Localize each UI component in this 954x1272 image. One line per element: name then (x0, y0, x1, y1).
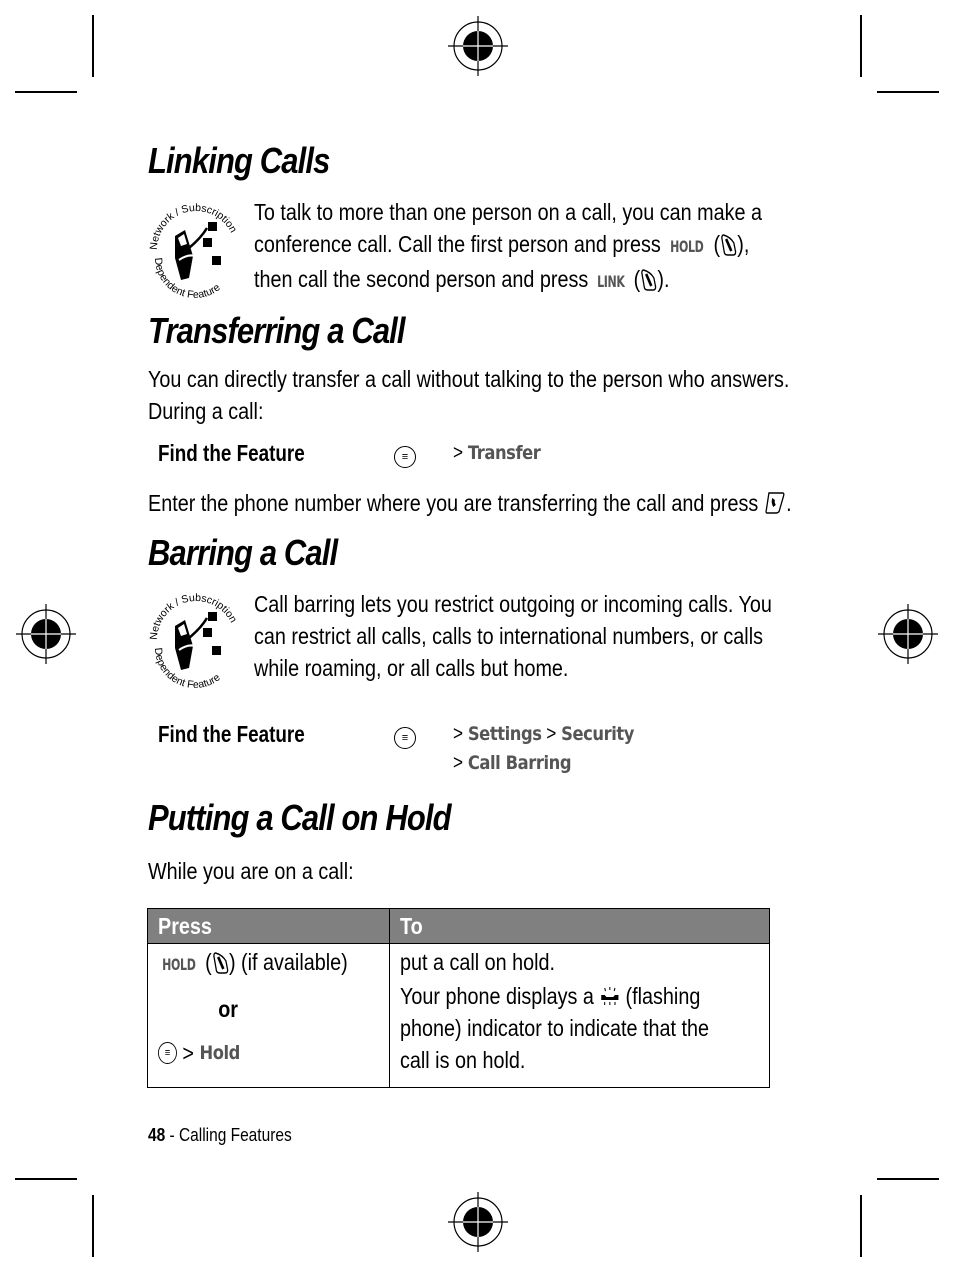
menu-item-security: Security (561, 723, 634, 745)
text-line: To talk to more than one person on a cal… (254, 199, 762, 225)
section-title-putting-a-call-on-hold: Putting a Call on Hold (148, 797, 452, 838)
barring-paragraph: Call barring lets you restrict outgoing … (254, 588, 772, 684)
crop-mark (860, 15, 862, 77)
send-key-icon (765, 492, 785, 514)
transferring-paragraph: You can directly transfer a call without… (148, 363, 789, 427)
registration-mark-icon (16, 604, 76, 664)
network-subscription-feature-icon: Network / Subscription Dependent Feature (148, 202, 239, 298)
section-title-barring-a-call: Barring a Call (148, 532, 338, 573)
flashing-phone-icon (600, 987, 618, 1005)
linking-paragraph: To talk to more than one person on a cal… (254, 196, 762, 298)
menu-item-hold: Hold (199, 1042, 240, 1064)
menu-path-call-barring: > Call Barring (453, 752, 572, 774)
crop-mark (877, 1178, 939, 1180)
text-line: then call the second person and press LI… (254, 263, 762, 298)
text-line: You can directly transfer a call without… (148, 366, 790, 392)
registration-mark-icon (448, 1192, 508, 1252)
text-line: conference call. Call the first person a… (254, 228, 762, 263)
page-footer: 48 - Calling Features (148, 1125, 292, 1145)
menu-hold-path: ≡ > Hold (158, 1037, 348, 1069)
menu-item-transfer: Transfer (467, 442, 541, 464)
column-header-press: Press (147, 908, 390, 944)
softkey-icon (721, 234, 737, 256)
crop-mark (15, 91, 77, 93)
menu-path-transfer: > Transfer (453, 442, 541, 464)
text-line: During a call: (148, 398, 264, 424)
hold-key-label: HOLD (670, 237, 704, 256)
hold-table: Press To HOLD () (if available) or ≡ > H… (147, 908, 770, 1088)
menu-key-icon: ≡ (394, 446, 416, 468)
find-the-feature-label: Find the Feature (158, 721, 305, 747)
menu-path-security: > Settings > Security (453, 723, 634, 745)
section-title-transferring-a-call: Transferring a Call (148, 310, 406, 351)
text-line: can restrict all calls, calls to interna… (254, 623, 763, 649)
menu-item-call-barring: Call Barring (467, 752, 572, 774)
softkey-icon (212, 952, 228, 974)
link-key-label: LINK (597, 272, 625, 291)
softkey-icon (641, 269, 657, 291)
registration-mark-icon (878, 604, 938, 664)
section-name: Calling Features (178, 1125, 292, 1145)
menu-key-icon: ≡ (394, 727, 416, 749)
table-header-row: Press To (147, 908, 770, 944)
crop-mark (860, 1195, 862, 1257)
hold-intro: While you are on a call: (148, 858, 354, 884)
menu-item-settings: Settings (467, 723, 542, 745)
network-subscription-feature-icon: Network / Subscription Dependent Feature (148, 592, 239, 688)
hold-key-label: HOLD (162, 955, 196, 974)
find-the-feature-label: Find the Feature (158, 440, 305, 466)
page-number: 48 (148, 1125, 166, 1145)
text-line: Call barring lets you restrict outgoing … (254, 591, 772, 617)
registration-mark-icon (448, 16, 508, 76)
crop-mark (92, 15, 94, 77)
press-cell: HOLD () (if available) or ≡ > Hold (147, 943, 390, 1088)
section-title-linking-calls: Linking Calls (148, 140, 330, 181)
crop-mark (92, 1195, 94, 1257)
column-header-to: To (388, 908, 770, 944)
or-label: or (218, 996, 238, 1022)
to-cell: put a call on hold. Your phone displays … (388, 943, 770, 1088)
crop-mark (15, 1178, 77, 1180)
transfer-instruction: Enter the phone number where you are tra… (148, 490, 792, 516)
crop-mark (877, 91, 939, 93)
table-row: HOLD () (if available) or ≡ > Hold put a… (147, 943, 770, 1088)
menu-key-icon: ≡ (158, 1042, 177, 1064)
text-line: while roaming, or all calls but home. (254, 655, 569, 681)
